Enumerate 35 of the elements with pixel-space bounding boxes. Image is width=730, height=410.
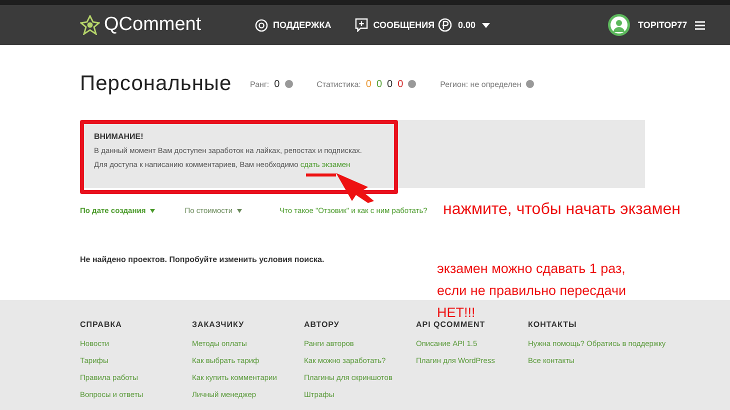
empty-message: Не найдено проектов. Попробуйте изменить условия поиска.	[80, 255, 326, 264]
footer-heading: КОНТАКТЫ	[528, 320, 577, 329]
stat-value: 0	[387, 78, 393, 90]
balance-amount[interactable]: 0.00	[458, 20, 476, 30]
page-title: Персональные	[80, 72, 233, 96]
username[interactable]: TOPITOP77	[638, 20, 688, 30]
rank-label: Ранг:	[250, 80, 270, 88]
caret-icon	[236, 208, 242, 212]
footer-heading: АВТОРУ	[304, 320, 340, 329]
avatar-icon[interactable]	[608, 14, 630, 36]
stat-value: 0	[376, 78, 382, 90]
nav-link[interactable]: СООБЩЕНИЯ	[355, 18, 435, 32]
arrow-drawing	[306, 171, 376, 203]
annotation-text: если не правильно пересдачи	[437, 282, 626, 300]
caret-icon	[150, 208, 155, 212]
footer-heading: API QCOMMENT	[416, 320, 486, 329]
logo-text[interactable]: QComment	[104, 14, 202, 36]
logo-icon	[80, 15, 100, 35]
stats-label: Статистика:	[316, 80, 361, 88]
stat-value: 0	[398, 78, 404, 90]
rank-value: 0	[274, 78, 280, 90]
stat-value: 0	[366, 78, 372, 90]
notice-title: ВНИМАНИЕ!	[94, 132, 144, 141]
caret-icon[interactable]	[482, 22, 490, 28]
annotation-text: НЕТ!!!	[437, 304, 476, 321]
message-plus-icon	[355, 18, 368, 32]
footer-heading: ЗАКАЗЧИКУ	[192, 320, 244, 329]
footer-heading: СПРАВКА	[80, 320, 122, 329]
ruble-coin-icon	[438, 18, 452, 32]
menu-icon[interactable]	[695, 20, 706, 30]
region-label: Регион: не определен	[440, 80, 522, 88]
lifebuoy-icon	[255, 18, 268, 32]
annotation-text: экзамен можно сдавать 1 раз,	[437, 260, 626, 278]
nav-link[interactable]: ПОДДЕРЖКА	[255, 18, 332, 32]
annotation-text: нажмите, чтобы начать экзамен	[443, 201, 680, 219]
